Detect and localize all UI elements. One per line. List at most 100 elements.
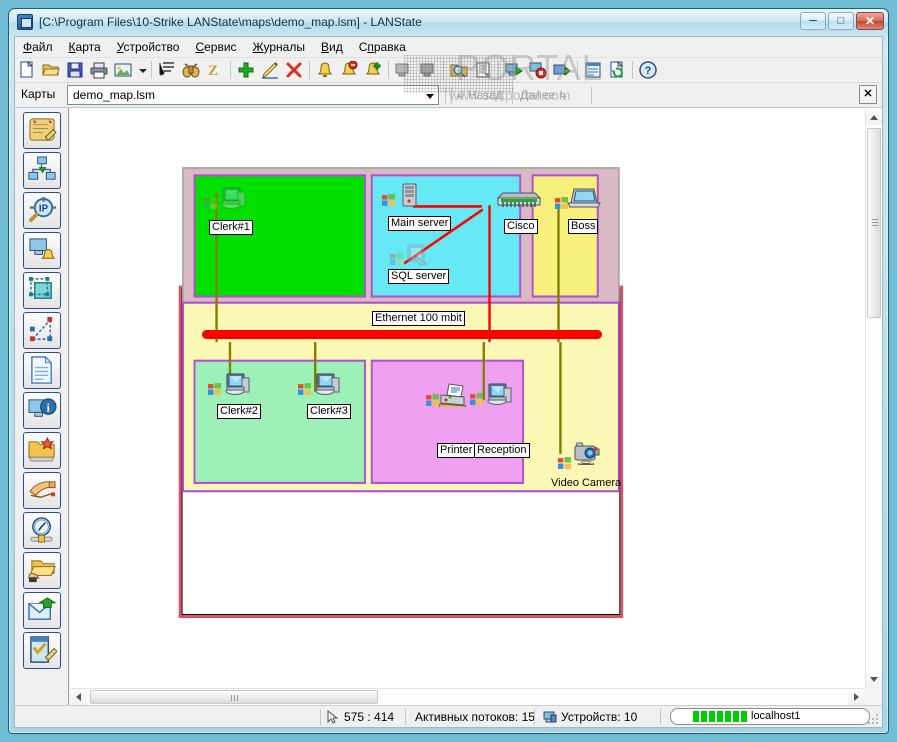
- alerts-add-button[interactable]: [361, 58, 385, 82]
- new-map-button[interactable]: [15, 58, 39, 82]
- map-device-label: Clerk#2: [217, 404, 261, 419]
- toolbar-separator: [440, 58, 447, 82]
- map-device-reception[interactable]: [482, 382, 512, 406]
- map-device-clerk-3[interactable]: [310, 372, 340, 396]
- open-map-button[interactable]: [39, 58, 63, 82]
- print-button[interactable]: [87, 58, 111, 82]
- maximize-button[interactable]: □: [828, 12, 854, 30]
- map-device-boss[interactable]: [567, 186, 601, 210]
- ethernet-bus-label: Ethernet 100 mbit: [372, 311, 465, 326]
- host-status-indicator[interactable]: localhost1: [670, 708, 870, 725]
- windows-flag-icon: [555, 196, 568, 209]
- sidebar-item-network-scan[interactable]: [23, 152, 61, 189]
- vertical-scroll-thumb[interactable]: [867, 128, 881, 318]
- status-separator: [405, 709, 406, 725]
- alerts-off-button[interactable]: [337, 58, 361, 82]
- help-button[interactable]: ?: [636, 58, 660, 82]
- menu-view[interactable]: Вид: [313, 37, 351, 58]
- scrollbar-corner: [865, 688, 882, 705]
- sidebar-item-ip-scan[interactable]: IP: [23, 192, 61, 229]
- scroll-left-button[interactable]: [70, 689, 87, 705]
- export-dropdown-button[interactable]: [135, 58, 148, 82]
- menu-help[interactable]: Справка: [351, 37, 414, 58]
- windows-flag-icon: [208, 382, 221, 395]
- close-button[interactable]: ✕: [856, 12, 884, 30]
- map-select-combobox[interactable]: demo_map.lsm: [67, 85, 439, 105]
- map-device-label: Clerk#1: [209, 220, 253, 235]
- resize-grip[interactable]: [867, 713, 879, 725]
- horizontal-scrollbar[interactable]: [70, 688, 865, 705]
- map-device-printer[interactable]: [437, 383, 468, 411]
- add-device-button[interactable]: [234, 58, 258, 82]
- network-map[interactable]: Ethernet 100 mbit Clerk#1 Main server Cisco…: [70, 108, 865, 688]
- device-list-button[interactable]: [155, 58, 179, 82]
- menu-map[interactable]: Карта: [61, 37, 109, 58]
- sort-button[interactable]: Z: [203, 58, 227, 82]
- next-check-button[interactable]: [550, 58, 574, 82]
- sidebar-item-draw-link[interactable]: [23, 312, 61, 349]
- map-canvas[interactable]: Ethernet 100 mbit Clerk#1 Main server Cisco…: [70, 108, 865, 688]
- scan-network-button[interactable]: [447, 58, 471, 82]
- sidebar-item-map-editor[interactable]: [23, 112, 61, 149]
- windows-flag-icon: [298, 382, 311, 395]
- export-image-button[interactable]: [111, 58, 135, 82]
- map-device-sql-server[interactable]: [402, 242, 432, 266]
- monitor-view2-button[interactable]: [416, 58, 440, 82]
- map-device-cisco[interactable]: [495, 190, 543, 208]
- map-device-clerk-1[interactable]: [216, 186, 246, 210]
- save-map-button[interactable]: [63, 58, 87, 82]
- navigate-back-button[interactable]: ↲ Назад: [455, 86, 502, 104]
- sidebar-item-send-message[interactable]: [23, 592, 61, 629]
- navigate-forward-button[interactable]: Далее ↳: [520, 86, 568, 104]
- ethernet-bus[interactable]: [202, 330, 602, 339]
- close-maps-bar-button[interactable]: ✕: [859, 85, 877, 104]
- start-monitoring-button[interactable]: [502, 58, 526, 82]
- sidebar-item-statistics[interactable]: [23, 512, 61, 549]
- report-button[interactable]: [471, 58, 495, 82]
- sidebar-item-pointer[interactable]: [23, 472, 61, 509]
- scroll-up-button[interactable]: [866, 108, 882, 125]
- map-device-clerk-2[interactable]: [220, 372, 250, 396]
- workstation-icon: [487, 383, 512, 405]
- sidebar-item-select-area[interactable]: [23, 272, 61, 309]
- sidebar-item-checklist[interactable]: [23, 632, 61, 669]
- find-device-button[interactable]: [179, 58, 203, 82]
- delete-device-button[interactable]: [282, 58, 306, 82]
- client-area: Файл Карта Устройство Сервис Журналы Вид Справ…: [14, 36, 883, 728]
- map-device-label: Reception: [474, 443, 530, 458]
- map-device-main-server[interactable]: [394, 183, 424, 207]
- scroll-right-button[interactable]: [848, 689, 865, 705]
- open-folder-icon: [42, 64, 60, 76]
- menu-device[interactable]: Устройство: [109, 37, 188, 58]
- edit-device-button[interactable]: [258, 58, 282, 82]
- navigate-back-label: Назад: [468, 88, 503, 102]
- map-device-label: Printer: [437, 443, 476, 458]
- sidebar-item-new-folder[interactable]: [23, 432, 61, 469]
- polyline-link-icon: [29, 316, 53, 342]
- svg-text:IP: IP: [39, 203, 49, 214]
- stop-monitoring-button[interactable]: [526, 58, 550, 82]
- map-device-video-camera[interactable]: [570, 438, 600, 466]
- monitor-grey2-icon: [420, 63, 434, 77]
- alerts-button[interactable]: [313, 58, 337, 82]
- minimize-glyph: –: [809, 11, 817, 27]
- scroll-down-button[interactable]: [866, 671, 882, 688]
- folder-search-icon: [450, 64, 468, 78]
- menu-service[interactable]: Сервис: [187, 37, 244, 58]
- refresh-button[interactable]: [605, 58, 629, 82]
- menu-file[interactable]: Файл: [15, 37, 61, 58]
- sidebar-item-alerts[interactable]: [23, 232, 61, 269]
- bell-icon: [317, 62, 333, 77]
- navigate-forward-label: Далее: [520, 88, 556, 102]
- sidebar-item-device-info[interactable]: i: [23, 392, 61, 429]
- minimize-button[interactable]: –: [800, 12, 826, 30]
- menu-logs[interactable]: Журналы: [245, 37, 313, 58]
- monitor-view-button[interactable]: [392, 58, 416, 82]
- horizontal-scroll-thumb[interactable]: [90, 690, 378, 704]
- switch-icon: [496, 192, 542, 207]
- sidebar-item-notes[interactable]: [23, 352, 61, 389]
- log-window-button[interactable]: [581, 58, 605, 82]
- sidebar-item-open-shares[interactable]: [23, 552, 61, 589]
- maps-bar: Карты demo_map.lsm ↲ Назад Далее ↳ ✕: [15, 83, 882, 108]
- vertical-scrollbar[interactable]: [865, 108, 882, 688]
